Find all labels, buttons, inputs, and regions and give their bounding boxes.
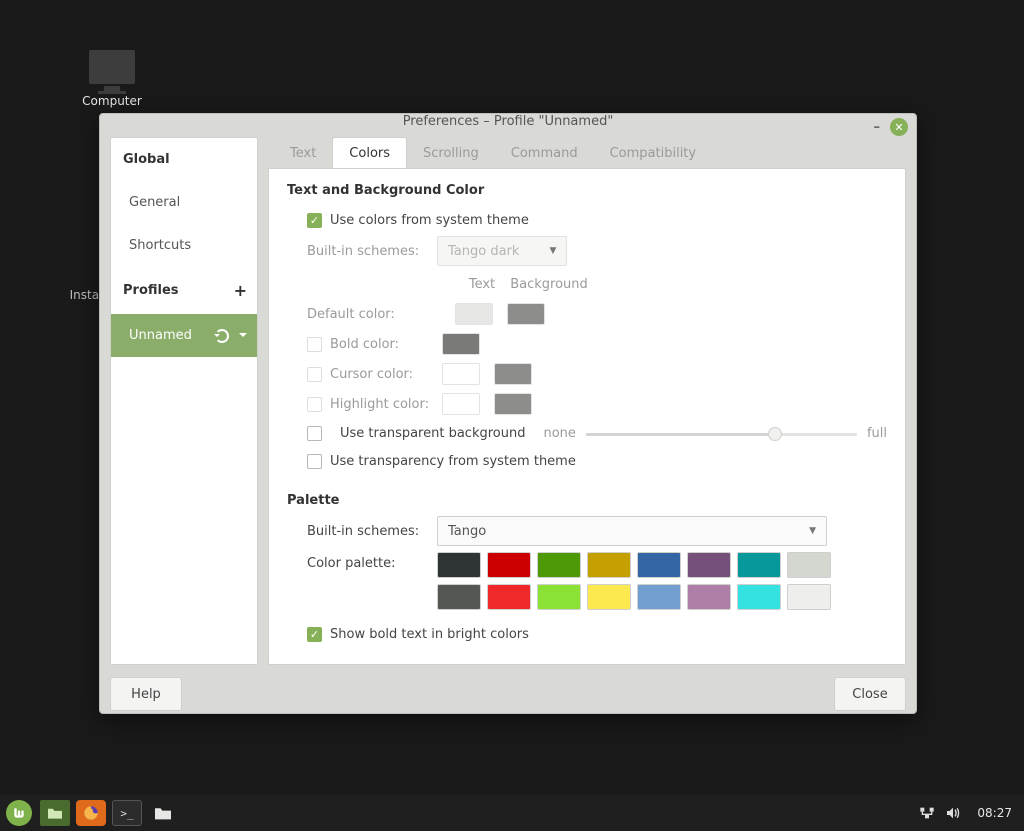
sidebar-item-unnamed[interactable]: Unnamed: [111, 314, 257, 357]
window-title: Preferences – Profile "Unnamed": [403, 114, 614, 129]
palette-color-0[interactable]: [437, 552, 481, 578]
tray-clock[interactable]: 08:27: [977, 806, 1012, 820]
menu-button[interactable]: [6, 800, 32, 826]
label-transparent-bg: Use transparent background: [340, 426, 525, 441]
palette-color-12[interactable]: [637, 584, 681, 610]
palette-color-15[interactable]: [787, 584, 831, 610]
desktop-icon-computer[interactable]: Computer: [72, 50, 152, 108]
label-palette-builtin: Built-in schemes:: [307, 524, 437, 539]
label-builtin-schemes: Built-in schemes:: [307, 244, 437, 259]
taskbar-files[interactable]: [40, 800, 70, 826]
folder-icon: [153, 805, 173, 821]
section-title-palette: Palette: [287, 493, 887, 508]
desktop: Computer Instal Preferences – Profile "U…: [0, 0, 1024, 831]
tab-text[interactable]: Text: [274, 138, 332, 169]
slider-transparency: [586, 427, 857, 441]
column-header-background: Background: [509, 277, 589, 292]
palette-color-3[interactable]: [587, 552, 631, 578]
sidebar-heading-global: Global: [111, 138, 257, 181]
taskbar-files2[interactable]: [148, 800, 178, 826]
select-builtin-scheme: Tango dark ▼: [437, 236, 567, 266]
palette-color-14[interactable]: [737, 584, 781, 610]
dialog-footer: Help Close: [100, 665, 916, 723]
tab-scrolling[interactable]: Scrolling: [407, 138, 495, 169]
tray-network-icon[interactable]: [919, 806, 935, 821]
close-button[interactable]: Close: [834, 677, 906, 711]
label-default-color: Default color:: [307, 307, 437, 322]
checkbox-bold-bright[interactable]: [307, 627, 322, 642]
chevron-down-icon: ▼: [809, 526, 816, 536]
firefox-icon: [82, 804, 100, 822]
main-pane: Text Colors Scrolling Command Compatibil…: [268, 137, 906, 665]
swatch-highlight-text: [442, 393, 480, 415]
tab-content-colors: Text and Background Color Use colors fro…: [268, 168, 906, 665]
checkbox-highlight-color: [307, 397, 322, 412]
palette-color-6[interactable]: [737, 552, 781, 578]
tray-volume-icon[interactable]: [945, 806, 961, 821]
checkbox-cursor-color: [307, 367, 322, 382]
label-cursor-color: Cursor color:: [330, 367, 442, 382]
titlebar[interactable]: Preferences – Profile "Unnamed" – ✕: [100, 114, 916, 129]
sidebar-item-general[interactable]: General: [111, 181, 257, 224]
chevron-down-icon: ▼: [549, 246, 556, 256]
checkbox-transparent-bg[interactable]: [307, 426, 322, 441]
label-use-system-colors: Use colors from system theme: [330, 213, 529, 228]
label-bold-bright: Show bold text in bright colors: [330, 627, 529, 642]
label-highlight-color: Highlight color:: [330, 397, 442, 412]
palette-color-2[interactable]: [537, 552, 581, 578]
select-palette-scheme[interactable]: Tango ▼: [437, 516, 827, 546]
palette-color-10[interactable]: [537, 584, 581, 610]
column-header-text: Text: [455, 277, 509, 292]
checkbox-transparency-system[interactable]: [307, 454, 322, 469]
swatch-default-bg: [507, 303, 545, 325]
sidebar: Global General Shortcuts Profiles + Unna…: [110, 137, 258, 665]
swatch-default-text: [455, 303, 493, 325]
folder-icon: [46, 806, 64, 820]
label-slider-full: full: [867, 426, 887, 441]
palette-color-1[interactable]: [487, 552, 531, 578]
checkbox-use-system-colors[interactable]: [307, 213, 322, 228]
profile-menu-caret-icon[interactable]: [239, 333, 247, 341]
palette-color-11[interactable]: [587, 584, 631, 610]
tab-colors[interactable]: Colors: [332, 137, 407, 169]
taskbar[interactable]: >_ 08:27: [0, 795, 1024, 831]
palette-color-7[interactable]: [787, 552, 831, 578]
profile-name: Unnamed: [129, 328, 192, 343]
swatch-bold: [442, 333, 480, 355]
mint-logo-icon: [12, 806, 26, 820]
sidebar-heading-profiles: Profiles +: [111, 267, 257, 314]
tab-bar: Text Colors Scrolling Command Compatibil…: [274, 137, 906, 169]
swatch-cursor-bg: [494, 363, 532, 385]
taskbar-firefox[interactable]: [76, 800, 106, 826]
palette-grid: [437, 552, 831, 610]
swatch-highlight-bg: [494, 393, 532, 415]
preferences-window: Preferences – Profile "Unnamed" – ✕ Glob…: [99, 113, 917, 714]
label-bold-color: Bold color:: [330, 337, 442, 352]
palette-color-9[interactable]: [487, 584, 531, 610]
desktop-icon-label: Computer: [72, 94, 152, 108]
sidebar-item-shortcuts[interactable]: Shortcuts: [111, 224, 257, 267]
label-transparency-system: Use transparency from system theme: [330, 454, 576, 469]
palette-color-8[interactable]: [437, 584, 481, 610]
tab-command[interactable]: Command: [495, 138, 594, 169]
add-profile-button[interactable]: +: [234, 281, 247, 300]
label-slider-none: none: [543, 426, 575, 441]
close-window-button[interactable]: ✕: [890, 118, 908, 136]
palette-color-5[interactable]: [687, 552, 731, 578]
monitor-icon: [89, 50, 135, 84]
minimize-button[interactable]: –: [874, 120, 881, 135]
help-button[interactable]: Help: [110, 677, 182, 711]
section-title-text-bg: Text and Background Color: [287, 183, 887, 198]
label-color-palette: Color palette:: [307, 552, 437, 571]
taskbar-terminal[interactable]: >_: [112, 800, 142, 826]
tab-compatibility[interactable]: Compatibility: [594, 138, 713, 169]
palette-color-4[interactable]: [637, 552, 681, 578]
swatch-cursor-text: [442, 363, 480, 385]
palette-color-13[interactable]: [687, 584, 731, 610]
terminal-icon: >_: [120, 807, 133, 820]
refresh-icon[interactable]: [215, 329, 229, 343]
checkbox-bold-color: [307, 337, 322, 352]
